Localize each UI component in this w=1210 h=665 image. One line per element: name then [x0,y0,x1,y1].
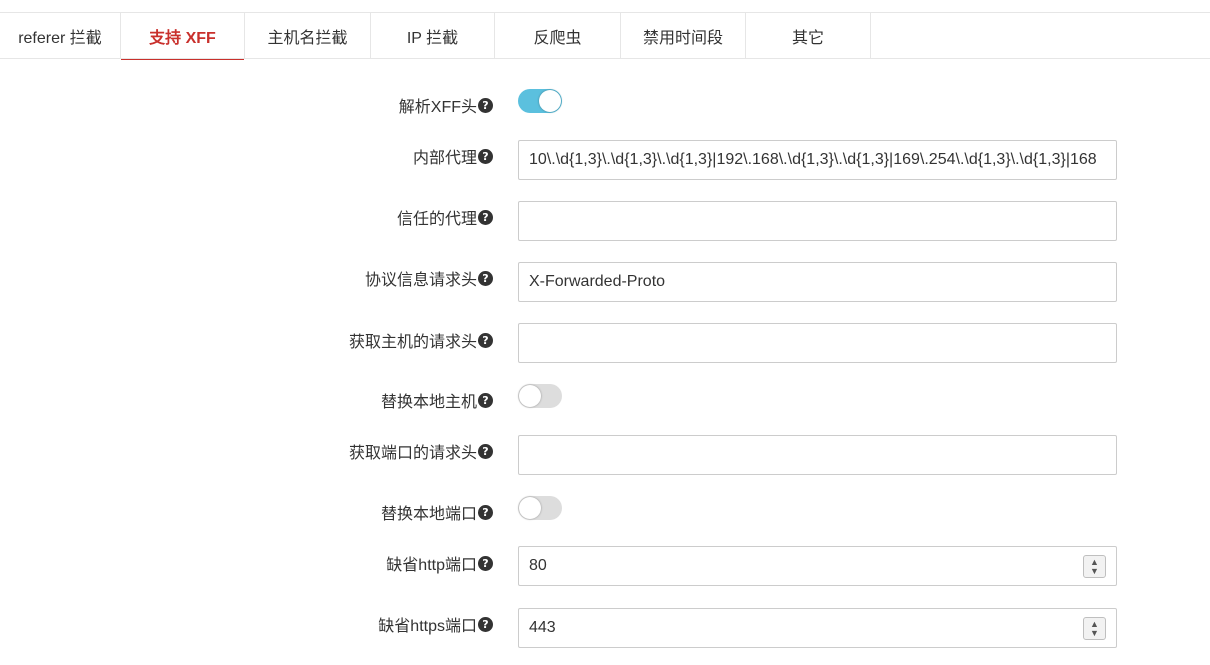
host-header-input[interactable] [518,323,1117,363]
internal-proxy-label: 内部代理? [413,144,493,168]
internal-proxy-input[interactable]: 10\.\d{1,3}\.\d{1,3}\.\d{1,3}|192\.168\.… [518,140,1117,180]
help-icon[interactable]: ? [478,504,493,520]
default-https-port-input[interactable]: 443 ▲ ▼ [518,608,1117,648]
default-https-port-label: 缺省https端口? [378,612,493,636]
switch-knob [519,497,541,519]
help-icon[interactable]: ? [478,443,493,459]
host-header-label: 获取主机的请求头? [349,328,493,352]
switch-knob [539,90,561,112]
replace-local-host-switch[interactable] [518,384,562,408]
parse-xff-label: 解析XFF头? [399,93,493,117]
replace-local-port-switch[interactable] [518,496,562,520]
help-icon[interactable]: ? [478,148,493,164]
number-stepper[interactable]: ▲ ▼ [1083,617,1106,640]
number-stepper[interactable]: ▲ ▼ [1083,555,1106,578]
help-icon[interactable]: ? [478,97,493,113]
trusted-proxy-input[interactable] [518,201,1117,241]
replace-local-port-label: 替换本地端口? [381,500,493,524]
help-icon[interactable]: ? [478,392,493,408]
help-icon[interactable]: ? [478,332,493,348]
help-icon[interactable]: ? [478,270,493,286]
chevron-down-icon[interactable]: ▼ [1090,566,1099,576]
parse-xff-switch[interactable] [518,89,562,113]
switch-knob [519,385,541,407]
help-icon[interactable]: ? [478,616,493,632]
help-icon[interactable]: ? [478,555,493,571]
trusted-proxy-label: 信任的代理? [397,205,493,229]
chevron-down-icon[interactable]: ▼ [1090,628,1099,638]
help-icon[interactable]: ? [478,209,493,225]
port-header-input[interactable] [518,435,1117,475]
default-http-port-input[interactable]: 80 ▲ ▼ [518,546,1117,586]
protocol-header-label: 协议信息请求头? [365,266,493,290]
protocol-header-input[interactable]: X-Forwarded-Proto [518,262,1117,302]
replace-local-host-label: 替换本地主机? [381,388,493,412]
port-header-label: 获取端口的请求头? [349,439,493,463]
default-http-port-label: 缺省http端口? [386,551,493,575]
xff-settings-form: 解析XFF头? 内部代理? 10\.\d{1,3}\.\d{1,3}\.\d{1… [0,0,1210,665]
